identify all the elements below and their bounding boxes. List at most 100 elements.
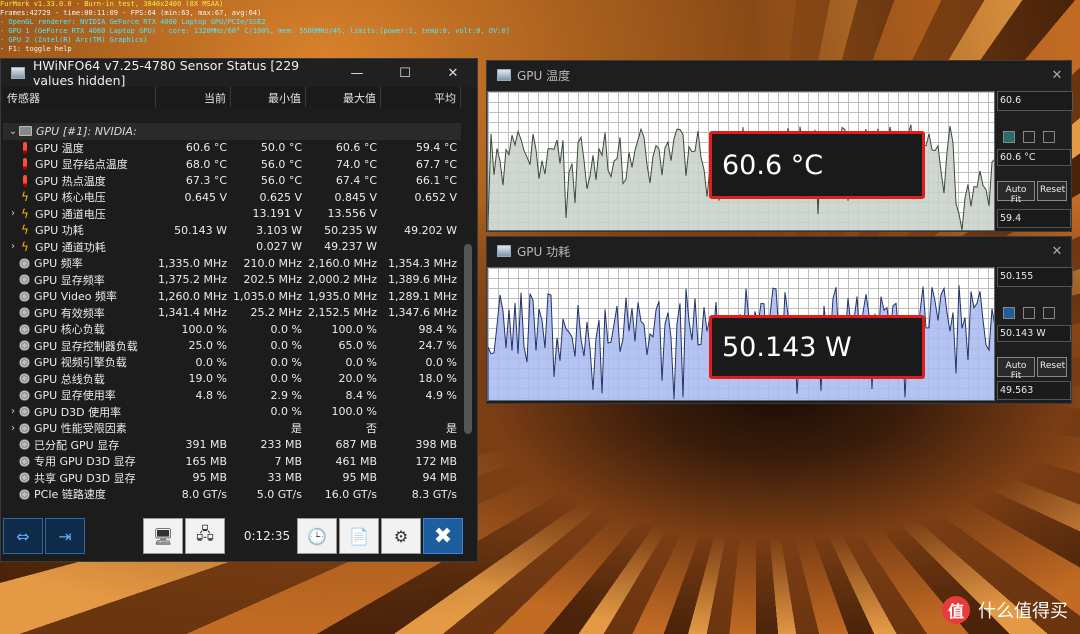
clock-icon (19, 340, 30, 352)
table-row[interactable]: GPU 总线负载 19.0 % 0.0 % 20.0 % 18.0 % (3, 371, 461, 388)
power-icon: ϟ (21, 223, 29, 238)
column-header-sensor[interactable]: 传感器 (3, 87, 156, 107)
table-row[interactable]: GPU Video 频率 1,260.0 MHz 1,035.0 MHz 1,935.… (3, 288, 461, 305)
table-row[interactable]: 共享 GPU D3D 显存 95 MB 33 MB 95 MB 94 MB (3, 470, 461, 487)
sensor-group-row[interactable]: ⌄ GPU [#1]: NVIDIA: (3, 123, 461, 140)
chevron-right-icon[interactable]: › (7, 406, 19, 417)
column-header-min[interactable]: 最小值 (231, 87, 306, 107)
hwinfo-titlebar[interactable]: HWiNFO64 v7.25-4780 Sensor Status [229 v… (1, 58, 477, 88)
table-row[interactable]: › GPU 性能受限因素 是 否 是 (3, 420, 461, 437)
sensor-max: 20.0 % (338, 372, 377, 386)
exit-button[interactable]: ✖ (423, 518, 463, 554)
table-row[interactable]: 已分配 GPU 显存 391 MB 233 MB 687 MB 398 MB (3, 437, 461, 454)
sensor-current: 1,375.2 MHz (157, 273, 227, 287)
nav-arrows-button[interactable]: ⇔ (3, 518, 43, 554)
column-header-max[interactable]: 最大值 (306, 87, 381, 107)
graph-min-value: 59.4 (997, 209, 1071, 228)
close-button[interactable]: ✕ (429, 66, 477, 81)
sensor-current: 68.0 °C (185, 157, 227, 171)
sensor-name: GPU D3D 使用率 (34, 405, 122, 419)
temperature-readout: 60.6 °C (709, 131, 925, 199)
color-checkbox-1[interactable] (1003, 307, 1015, 319)
graph-titlebar[interactable]: GPU 温度 ✕ (487, 61, 1071, 89)
sensor-min: 0.0 % (270, 339, 302, 353)
sensor-min: 0.0 % (270, 405, 302, 419)
sensor-min: 25.2 MHz (250, 306, 302, 320)
table-row[interactable]: GPU 频率 1,335.0 MHz 210.0 MHz 2,160.0 MHz 1,3… (3, 255, 461, 272)
sensor-max: 8.4 % (345, 388, 377, 402)
collapse-arrows-button[interactable]: ⇥ (45, 518, 85, 554)
reset-button[interactable]: Reset (1037, 181, 1067, 201)
furmark-line-gpu1: - GPU 1 (GeForce RTX 4060 Laptop GPU) - … (0, 27, 510, 35)
maximize-button[interactable]: ☐ (381, 66, 429, 81)
table-row[interactable]: PCIe 链路速度 8.0 GT/s 5.0 GT/s 16.0 GT/s 8.3 GT… (3, 486, 461, 503)
table-row[interactable]: GPU 核心负载 100.0 % 0.0 % 100.0 % 98.4 % (3, 321, 461, 338)
column-header-avg[interactable]: 平均 (381, 87, 461, 107)
graph-side-panel: 60.6 60.6 °C Auto Fit Reset 59.4 (997, 91, 1073, 228)
gear-icon: ⚙ (393, 526, 409, 546)
column-header-current[interactable]: 当前 (156, 87, 231, 107)
sensor-name: 共享 GPU D3D 显存 (34, 471, 136, 485)
autofit-button[interactable]: Auto Fit (997, 181, 1035, 205)
table-row[interactable]: GPU 热点温度 67.3 °C 56.0 °C 67.4 °C 66.1 °C (3, 173, 461, 190)
remote-monitor-button[interactable]: 🖧 (185, 518, 225, 554)
table-row[interactable]: › GPU D3D 使用率 0.0 % 100.0 % (3, 404, 461, 421)
sensor-min: 56.0 °C (260, 174, 302, 188)
watermark-text: 什么值得买 (978, 601, 1068, 622)
sensor-min: 233 MB (260, 438, 302, 452)
chevron-right-icon[interactable]: › (7, 208, 19, 219)
graph-titlebar[interactable]: GPU 功耗 ✕ (487, 237, 1071, 265)
table-row[interactable]: ϟ GPU 核心电压 0.645 V 0.625 V 0.845 V 0.652 V (3, 189, 461, 206)
table-row[interactable]: › ϟ GPU 通道功耗 0.027 W 49.237 W (3, 239, 461, 256)
table-row[interactable]: GPU 视频引擎负载 0.0 % 0.0 % 0.0 % 0.0 % (3, 354, 461, 371)
table-row[interactable]: GPU 显存使用率 4.8 % 2.9 % 8.4 % 4.9 % (3, 387, 461, 404)
chevron-right-icon[interactable]: › (7, 241, 19, 252)
graph-close-button[interactable]: ✕ (1043, 244, 1071, 259)
color-checkbox-3[interactable] (1043, 131, 1055, 143)
sensor-avg: 4.9 % (425, 388, 457, 402)
clock-button[interactable]: 🕒 (297, 518, 337, 554)
settings-button[interactable]: ⚙ (381, 518, 421, 554)
gpu-chip-icon (19, 126, 32, 137)
sensor-avg: 67.7 °C (415, 157, 457, 171)
log-button[interactable]: 📄 (339, 518, 379, 554)
table-row[interactable]: GPU 有效频率 1,341.4 MHz 25.2 MHz 2,152.5 MHz 1,… (3, 305, 461, 322)
color-checkbox-2[interactable] (1023, 307, 1035, 319)
table-row[interactable]: › ϟ GPU 通道电压 13.191 V 13.556 V (3, 206, 461, 223)
sensor-min: 是 (291, 422, 302, 436)
color-checkbox-3[interactable] (1043, 307, 1055, 319)
table-row[interactable]: ϟ GPU 功耗 50.143 W 3.103 W 50.235 W 49.202 W (3, 222, 461, 239)
sensor-current: 4.8 % (195, 388, 227, 402)
thermometer-icon (23, 141, 27, 154)
color-checkbox-1[interactable] (1003, 131, 1015, 143)
minimize-button[interactable]: — (333, 66, 381, 81)
voltage-icon: ϟ (21, 206, 29, 221)
table-row[interactable]: GPU 显存控制器负载 25.0 % 0.0 % 65.0 % 24.7 % (3, 338, 461, 355)
sensor-avg: 66.1 °C (415, 174, 457, 188)
table-row[interactable]: GPU 显存结点温度 68.0 °C 56.0 °C 74.0 °C 67.7 °C (3, 156, 461, 173)
color-checkbox-2[interactable] (1023, 131, 1035, 143)
sensor-avg: 0.652 V (414, 190, 457, 204)
vertical-scrollbar[interactable] (464, 244, 472, 434)
reset-button[interactable]: Reset (1037, 357, 1067, 377)
graph-close-button[interactable]: ✕ (1043, 68, 1071, 83)
sensor-max: 否 (366, 422, 377, 436)
sensor-max: 2,160.0 MHz (307, 256, 377, 270)
network-monitor-button[interactable]: 🖥 (143, 518, 183, 554)
table-row[interactable]: 专用 GPU D3D 显存 165 MB 7 MB 461 MB 172 MB (3, 453, 461, 470)
chevron-down-icon[interactable]: ⌄ (7, 126, 19, 137)
clock-icon (19, 472, 30, 484)
table-row[interactable]: GPU 显存频率 1,375.2 MHz 202.5 MHz 2,000.2 MHz 1… (3, 272, 461, 289)
sensor-max: 0.0 % (345, 355, 377, 369)
sensor-min: 0.0 % (270, 372, 302, 386)
autofit-button[interactable]: Auto Fit (997, 357, 1035, 381)
sensor-min: 0.625 V (259, 190, 302, 204)
clock-icon (19, 422, 30, 434)
sensor-name: GPU 核心负载 (34, 323, 105, 337)
chevron-right-icon[interactable]: › (7, 423, 19, 434)
table-row[interactable]: GPU 温度 60.6 °C 50.0 °C 60.6 °C 59.4 °C (3, 140, 461, 157)
graph-max-value: 60.6 (997, 91, 1073, 111)
furmark-line-title: FurMark v1.33.0.0 - Burn-in test, 3840x2… (0, 0, 224, 8)
uptime-text: 0:12:35 (243, 529, 291, 543)
sensor-avg: 0.0 % (425, 355, 457, 369)
